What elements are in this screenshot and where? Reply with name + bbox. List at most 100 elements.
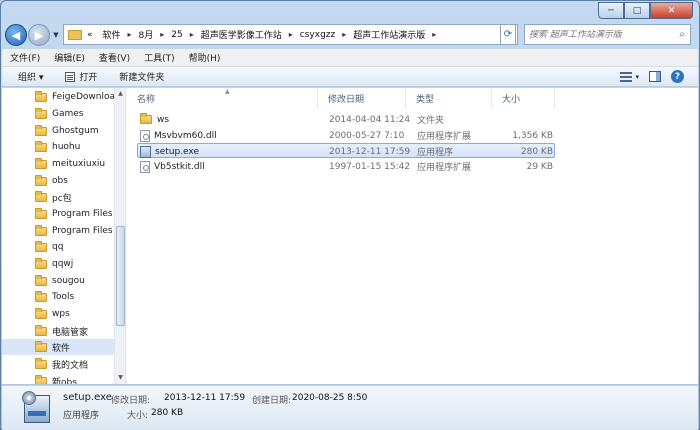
maximize-button[interactable]: □: [624, 2, 650, 19]
open-icon: [65, 71, 76, 82]
file-row[interactable]: Msvbvm60.dll 2000-05-27 7:10 应用程序扩展 1,35…: [137, 128, 555, 143]
tree-item[interactable]: 我的文档: [2, 356, 114, 372]
view-dropdown-arrow[interactable]: ▾: [635, 73, 639, 81]
breadcrumb-item[interactable]: 25: [169, 30, 184, 40]
navigation-bar: ◀ ▶ ▼ « 软件 ▸ 8月 ▸ 25 ▸ 超声医学影像工作站 ▸ csyxg…: [5, 23, 695, 47]
file-name: ws: [157, 114, 170, 125]
tree-item[interactable]: pc包: [2, 189, 114, 205]
breadcrumb-item[interactable]: 超声医学影像工作站: [199, 28, 284, 41]
file-modified: 1997-01-15 15:42: [329, 161, 411, 172]
back-button[interactable]: ◀: [5, 24, 27, 46]
column-header-name[interactable]: 名称: [127, 88, 318, 108]
chevron-right-icon[interactable]: ▸: [427, 30, 441, 39]
tree-item-label: Ghostgum: [52, 126, 99, 136]
menu-tools[interactable]: 工具(T): [144, 51, 175, 64]
breadcrumb-item[interactable]: 软件: [95, 28, 123, 41]
folder-icon: [35, 174, 47, 186]
tree-item[interactable]: FeigeDownloa: [2, 89, 114, 105]
tree-item[interactable]: 电脑管家: [2, 323, 114, 339]
file-size: 280 KB: [520, 146, 553, 157]
tree-item-label: FeigeDownloa: [52, 92, 114, 102]
menu-bar: 文件(F) 编辑(E) 查看(V) 工具(T) 帮助(H): [2, 49, 698, 67]
file-row-selected[interactable]: setup.exe 2013-12-11 17:59 应用程序 280 KB: [137, 143, 555, 158]
column-header-size[interactable]: 大小: [492, 88, 555, 108]
folder-icon: [35, 190, 47, 202]
tree-item-label: Games: [52, 109, 84, 119]
breadcrumb-overflow[interactable]: «: [82, 30, 95, 40]
column-size-label: 大小: [502, 94, 521, 105]
menu-help[interactable]: 帮助(H): [189, 51, 221, 64]
chevron-right-icon[interactable]: ▸: [123, 30, 137, 39]
tree-item[interactable]: huohu: [2, 139, 114, 155]
tree-item[interactable]: obs: [2, 173, 114, 189]
open-button[interactable]: 打开: [65, 70, 97, 83]
column-header-type[interactable]: 类型: [406, 88, 492, 108]
window-controls: ─ □ ✕: [598, 2, 693, 19]
tree-item[interactable]: 新obs: [2, 373, 114, 384]
search-icon[interactable]: ⌕: [674, 29, 690, 40]
organize-button[interactable]: 组织 ▾: [18, 70, 43, 83]
tree-item-label: Program Files: [52, 209, 113, 219]
setup-program-icon: [22, 391, 52, 425]
tree-item[interactable]: sougou: [2, 273, 114, 289]
tree-item[interactable]: Program Files: [2, 206, 114, 222]
tree-item[interactable]: Ghostgum: [2, 123, 114, 139]
search-input[interactable]: [525, 29, 674, 40]
file-name-cell: Msvbvm60.dll: [140, 128, 217, 143]
help-icon[interactable]: ?: [671, 70, 684, 83]
folder-icon: [35, 357, 47, 369]
minimize-button[interactable]: ─: [598, 2, 624, 19]
tree-item-label: qqwj: [52, 259, 74, 269]
chevron-right-icon[interactable]: ▸: [284, 30, 298, 39]
scroll-down-button[interactable]: ▼: [115, 374, 125, 381]
nav-scrollbar[interactable]: ▲ ▼: [114, 88, 125, 384]
tree-item[interactable]: Games: [2, 106, 114, 122]
tree-item-label: meituxiuxiu: [52, 159, 106, 169]
tree-item[interactable]: qq: [2, 239, 114, 255]
chevron-right-icon[interactable]: ▸: [155, 30, 169, 39]
breadcrumb-item[interactable]: csyxgzz: [298, 30, 337, 40]
new-folder-button[interactable]: 新建文件夹: [119, 70, 164, 83]
tree-item[interactable]: Tools: [2, 289, 114, 305]
file-row[interactable]: ws 2014-04-04 11:24 文件夹: [137, 112, 555, 127]
scroll-up-button[interactable]: ▲: [115, 90, 125, 97]
folder-icon: [35, 274, 47, 286]
scrollbar-thumb[interactable]: [116, 226, 125, 326]
file-list: 名称 ▲ 修改日期 类型 大小 ws 2014-04-04 11:24 文件夹 …: [127, 88, 698, 384]
forward-button[interactable]: ▶: [28, 24, 50, 46]
file-size: [493, 112, 553, 127]
file-name-cell: setup.exe: [140, 144, 199, 159]
tree-item[interactable]: Program Files: [2, 223, 114, 239]
file-type: 应用程序: [417, 148, 454, 158]
menu-view[interactable]: 查看(V): [99, 51, 130, 64]
folder-icon: [35, 157, 47, 169]
chevron-right-icon[interactable]: ▸: [337, 30, 351, 39]
close-button[interactable]: ✕: [650, 2, 693, 19]
folder-icon: [35, 124, 47, 136]
search-box[interactable]: ⌕: [524, 24, 691, 45]
file-modified: 2014-04-04 11:24: [329, 114, 411, 125]
file-type: 文件夹: [417, 116, 445, 126]
details-created-label: 创建日期:: [252, 396, 292, 406]
tree-item[interactable]: meituxiuxiu: [2, 156, 114, 172]
recent-pages-dropdown[interactable]: ▼: [50, 31, 62, 39]
file-modified: 2000-05-27 7:10: [329, 130, 405, 141]
details-size-label: 大小:: [127, 411, 149, 421]
change-view-button[interactable]: ▾: [620, 71, 639, 82]
breadcrumb-item[interactable]: 超声工作站演示版: [351, 28, 427, 41]
menu-file[interactable]: 文件(F): [10, 51, 40, 64]
preview-pane-icon[interactable]: [649, 71, 661, 82]
details-file-name: setup.exe: [63, 392, 112, 403]
refresh-icon: ⟳: [503, 29, 513, 40]
tree-item[interactable]: wps: [2, 306, 114, 322]
refresh-button[interactable]: ⟳: [500, 24, 516, 45]
tree-item[interactable]: qqwj: [2, 256, 114, 272]
menu-edit[interactable]: 编辑(E): [54, 51, 85, 64]
column-header-modified[interactable]: 修改日期: [318, 88, 406, 108]
file-row[interactable]: Vb5stkit.dll 1997-01-15 15:42 应用程序扩展 29 …: [137, 159, 555, 174]
address-bar[interactable]: « 软件 ▸ 8月 ▸ 25 ▸ 超声医学影像工作站 ▸ csyxgzz ▸ 超…: [63, 24, 518, 45]
folder-icon: [35, 340, 47, 352]
tree-item-selected[interactable]: 软件: [2, 339, 114, 355]
chevron-right-icon[interactable]: ▸: [185, 30, 199, 39]
breadcrumb-item[interactable]: 8月: [137, 28, 156, 41]
